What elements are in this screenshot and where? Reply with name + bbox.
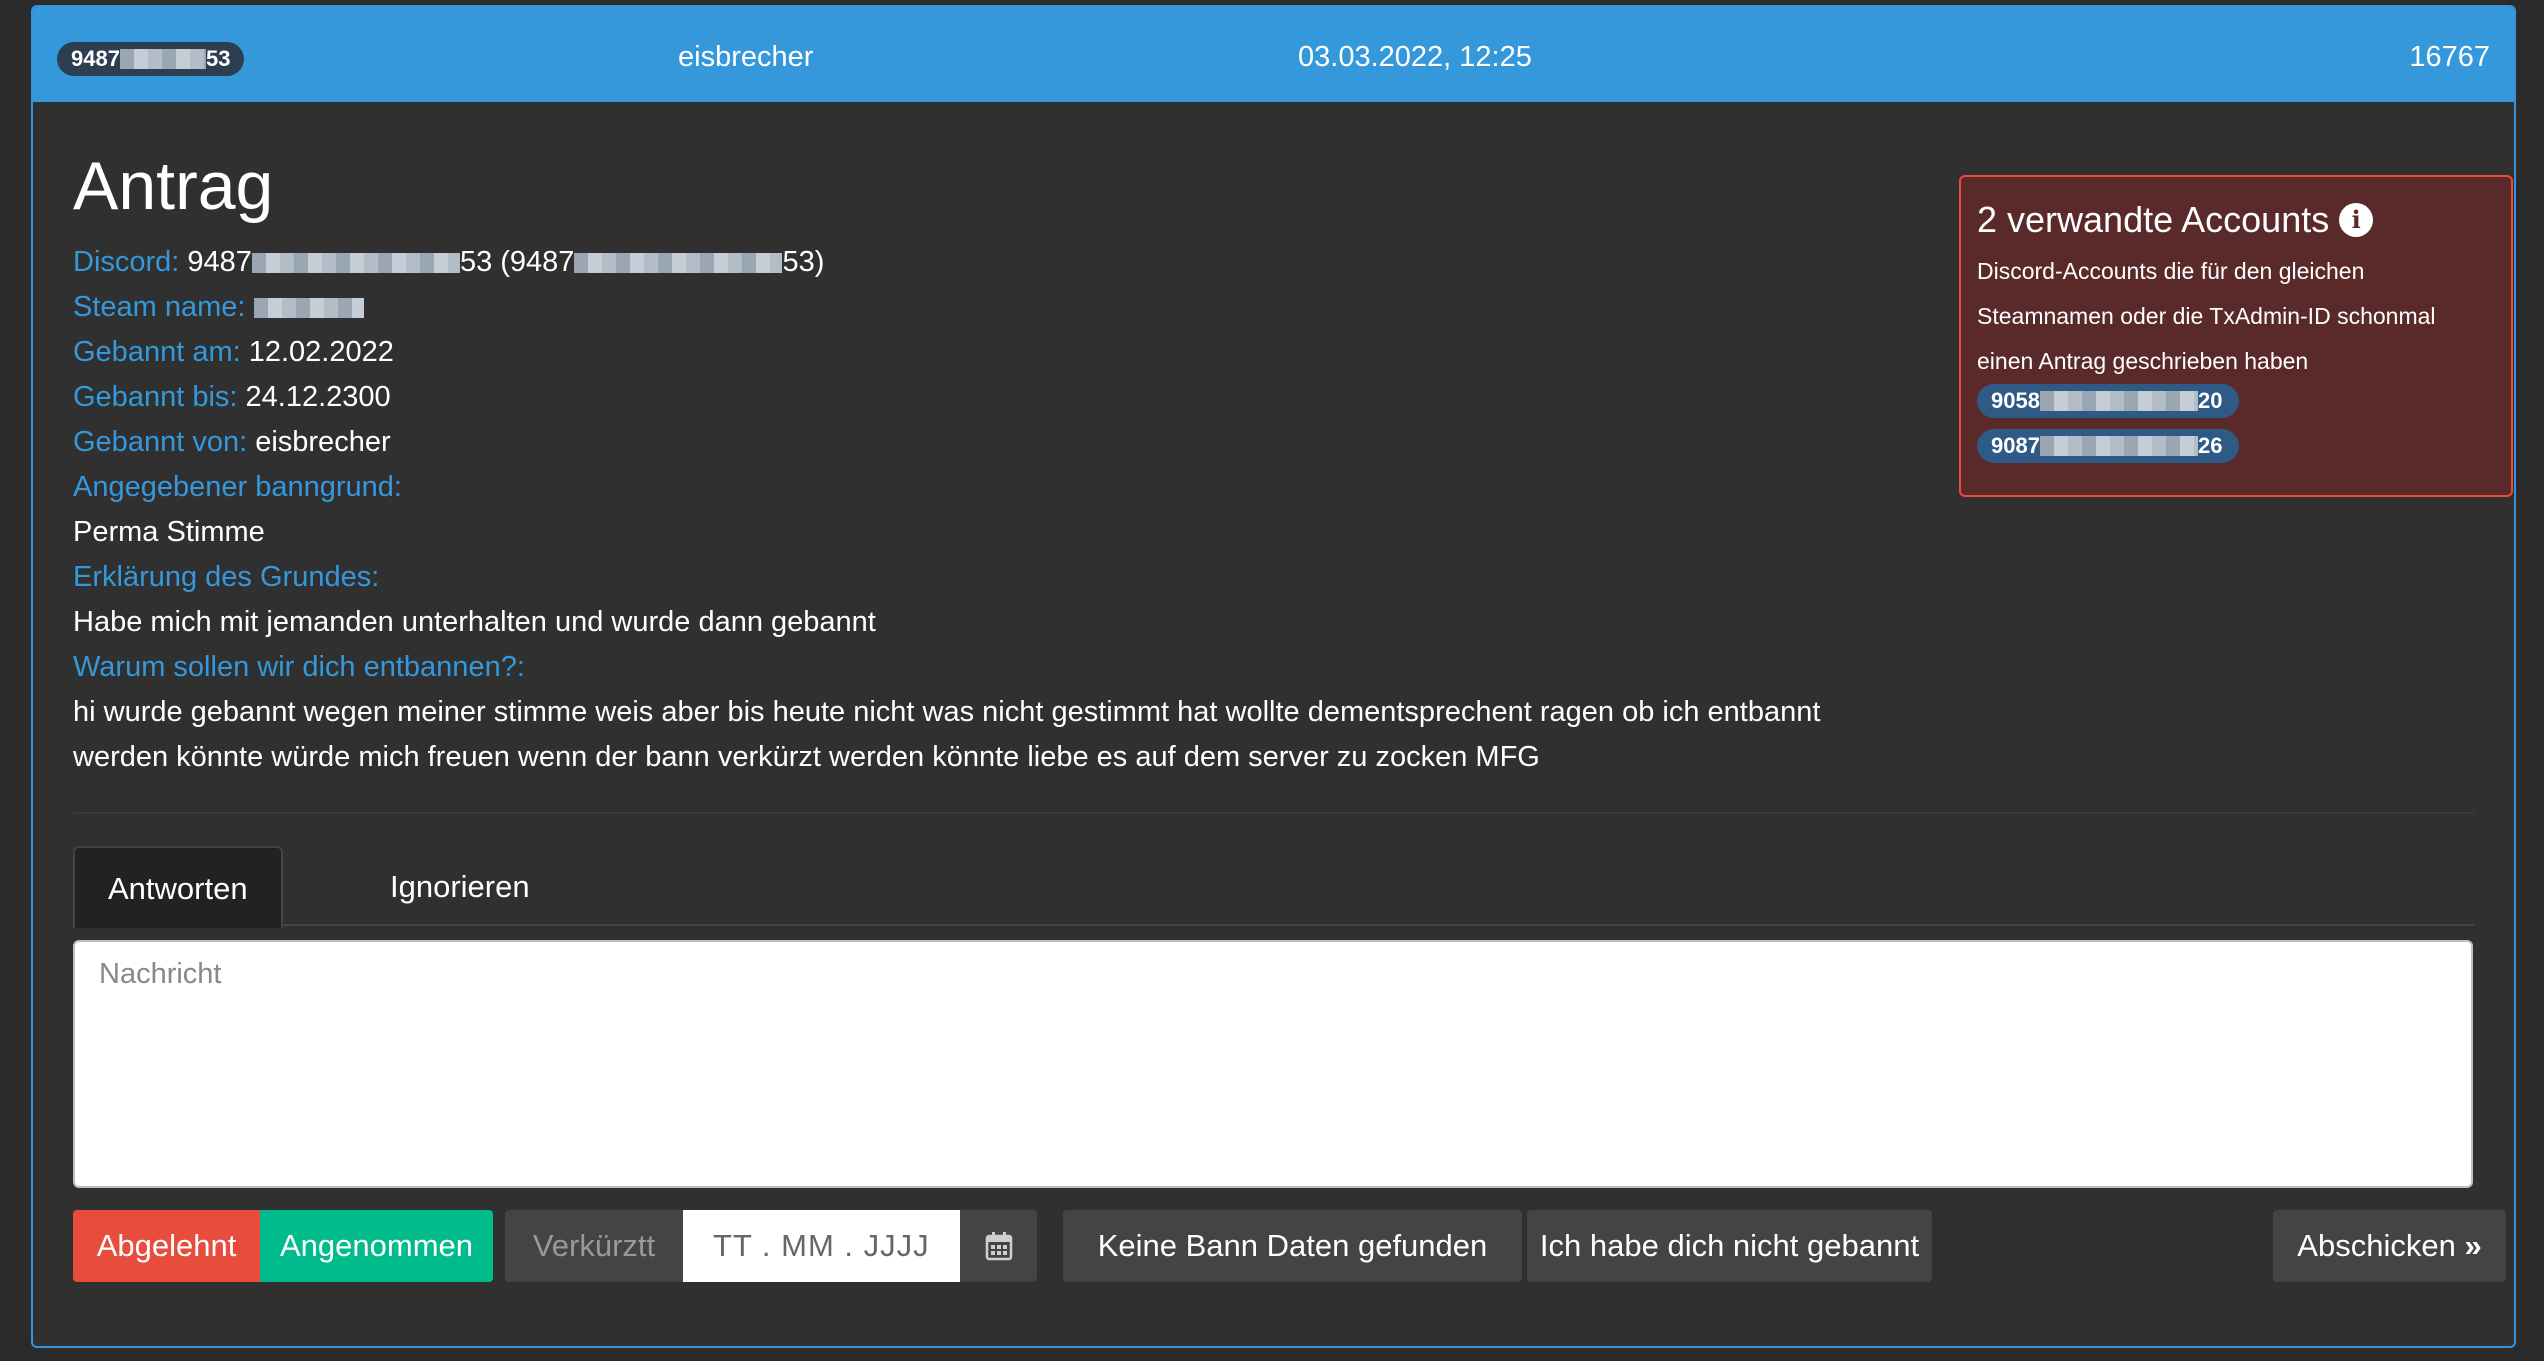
no-ban-data-button[interactable]: Keine Bann Daten gefunden [1063,1210,1522,1282]
tab-ignorieren[interactable]: Ignorieren [357,846,563,928]
related-account-prefix: 9058 [1991,388,2040,413]
banned-by-row: Gebannt von: eisbrecher [73,420,1923,465]
tab-antworten[interactable]: Antworten [73,846,283,928]
explanation-value: Habe mich mit jemanden unterhalten und w… [73,606,876,638]
related-account-prefix: 9087 [1991,433,2040,458]
reason-label: Angegebener banngrund: [73,471,402,503]
discord-suffix-2: 53) [782,246,825,278]
discord-row: Discord: 9487 53 (9487 53) [73,240,1923,285]
discord-id-prefix: 9487 [71,46,120,71]
steam-label: Steam name: [73,291,246,323]
header-admin-name: eisbrecher [678,41,814,73]
redacted-block [253,298,364,319]
discord-label: Discord: [73,246,180,278]
redacted-block [2039,436,2198,456]
banned-by-label: Gebannt von: [73,426,248,458]
redacted-block [2039,391,2198,411]
related-account-suffix: 20 [2197,388,2223,413]
related-account-badge[interactable]: 9058 20 [1977,384,2239,418]
discord-suffix: 53 (9487 [459,246,575,278]
banned-until-row: Gebannt bis: 24.12.2300 [73,375,1923,420]
page-title: Antrag [73,148,274,224]
double-chevron-right-icon: » [2464,1228,2482,1263]
rejected-button[interactable]: Abgelehnt [73,1210,260,1282]
discord-prefix: 9487 [187,246,252,278]
message-textarea[interactable] [73,940,2473,1188]
steam-row: Steam name: [73,285,1923,330]
send-button[interactable]: Abschicken » [2273,1210,2506,1282]
card-header: 9487 53 eisbrecher 03.03.2022, 12:25 167… [33,7,2514,102]
related-accounts-panel: 2 verwandte Accounts i Discord-Accounts … [1959,175,2513,497]
info-icon[interactable]: i [2339,203,2374,237]
response-tabs: Antworten Ignorieren [73,846,2474,928]
header-appeal-id: 16767 [2409,41,2490,73]
date-input[interactable]: TT . MM . JJJJ [683,1210,960,1282]
banned-until-label: Gebannt bis: [73,381,238,413]
banned-on-label: Gebannt am: [73,336,241,368]
banned-on-row: Gebannt am: 12.02.2022 [73,330,1923,375]
why-label: Warum sollen wir dich entbannen?: [73,651,525,683]
reason-value: Perma Stimme [73,516,265,548]
not-banned-by-me-button[interactable]: Ich habe dich nicht gebannt [1527,1210,1932,1282]
why-value: hi wurde gebannt wegen meiner stimme wei… [73,696,1821,773]
calendar-icon[interactable] [960,1210,1037,1282]
card-body: Antrag Discord: 9487 53 (9487 53) Steam na… [73,102,2513,1346]
related-accounts-title: 2 verwandte Accounts [1977,199,2330,240]
banned-until-value: 24.12.2300 [245,381,391,413]
related-account-suffix: 26 [2197,433,2223,458]
action-bar: Abgelehnt Angenommen Verkürztt TT . MM .… [73,1210,2506,1282]
explanation-label: Erklärung des Grundes: [73,561,380,593]
appeal-card: 9487 53 eisbrecher 03.03.2022, 12:25 167… [31,5,2516,1348]
discord-id-suffix: 53 [205,46,231,71]
send-button-label: Abschicken [2297,1228,2456,1263]
banned-on-value: 12.02.2022 [248,336,394,368]
accepted-button[interactable]: Angenommen [260,1210,493,1282]
redacted-block [574,253,783,274]
redacted-block [251,253,460,274]
related-account-badge[interactable]: 9087 26 [1977,429,2239,463]
discord-id-badge: 9487 53 [57,42,245,76]
appeal-details: Discord: 9487 53 (9487 53) Steam name: Geb… [73,240,1923,780]
redacted-block [119,49,206,69]
related-accounts-description: Discord-Accounts die für den gleichen St… [1977,258,2436,374]
banned-by-value: eisbrecher [255,426,391,458]
header-datetime: 03.03.2022, 12:25 [1298,41,1532,73]
shortened-addon: Verkürztt [505,1210,683,1282]
related-accounts-header: 2 verwandte Accounts i [1977,195,2495,245]
section-divider [73,812,2474,814]
